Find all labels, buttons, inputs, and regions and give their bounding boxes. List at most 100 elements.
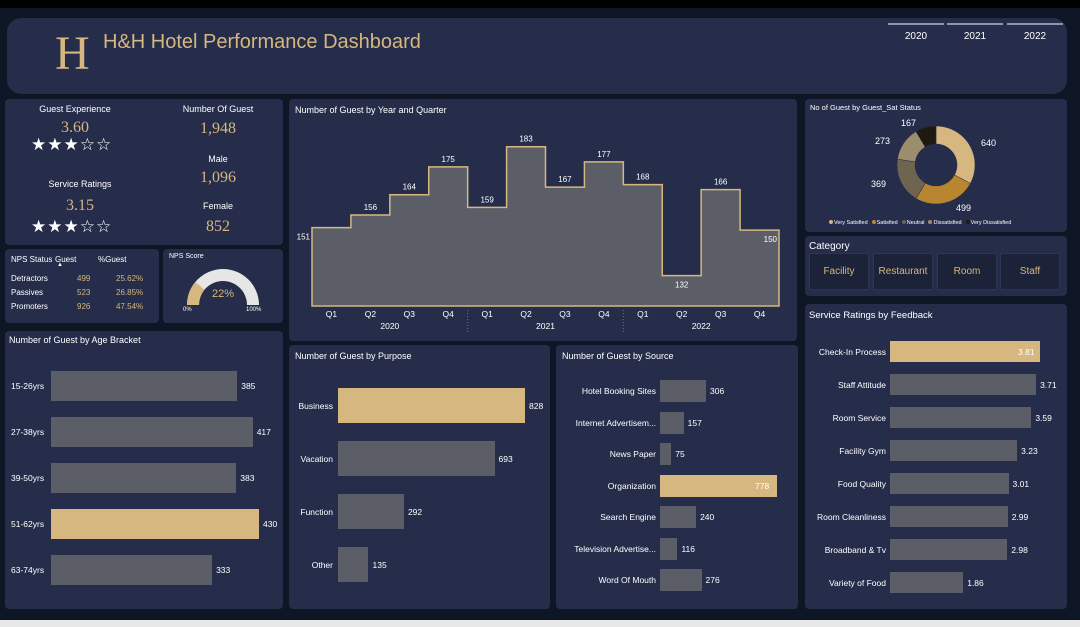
year-axis-label: 2021	[536, 321, 555, 331]
bar[interactable]	[51, 417, 253, 447]
nps-row-guest: 926	[77, 302, 91, 311]
quarter-data-label: 151	[297, 233, 311, 242]
bar[interactable]	[660, 443, 672, 465]
year-button-2020[interactable]: 2020	[888, 23, 944, 45]
sort-up-icon[interactable]: ▲	[57, 262, 63, 268]
quarter-data-label: 175	[442, 155, 456, 164]
nps-row-status: Promoters	[11, 302, 48, 311]
quarter-data-label: 132	[675, 281, 689, 290]
legend-label: Dissatisfied	[933, 220, 962, 226]
nps-status-header[interactable]: NPS Status	[11, 255, 52, 264]
bar[interactable]	[51, 463, 237, 493]
bar[interactable]	[890, 374, 1037, 395]
bar[interactable]	[338, 388, 525, 423]
legend-item[interactable]: Satisfied	[871, 220, 898, 226]
donut-slice[interactable]	[915, 174, 971, 205]
bar-category-label: Room Cleanliness	[817, 511, 886, 522]
bar[interactable]	[338, 494, 404, 529]
quarter-tick-label: Q3	[715, 309, 727, 319]
bar-category-label: Search Engine	[600, 512, 656, 522]
bar-category-label: Room Service	[832, 412, 886, 423]
legend-label: Very Dissatisfied	[970, 220, 1012, 226]
bar-value-label: 2.99	[1011, 511, 1029, 522]
bar[interactable]	[890, 539, 1008, 560]
bar-value-label: 430	[263, 519, 278, 529]
bar[interactable]	[890, 407, 1032, 428]
nps-row-pct: 25.62%	[116, 274, 144, 283]
category-button-facility[interactable]: Facility	[809, 253, 869, 290]
bar[interactable]	[51, 555, 213, 585]
category-button-room[interactable]: Room	[937, 253, 997, 290]
bar-value-label: 240	[700, 512, 715, 522]
bar-category-label: 39-50yrs	[11, 473, 45, 483]
bar-value-label: 417	[256, 427, 271, 437]
page-title: H&H Hotel Performance Dashboard	[103, 31, 421, 53]
donut-label-neutral: 369	[871, 179, 887, 189]
year-button-2022[interactable]: 2022	[1007, 23, 1063, 45]
nps-row-status: Passives	[11, 288, 44, 297]
status-donut-chart[interactable]	[805, 99, 1067, 232]
age-chart-title: Number of Guest by Age Bracket	[9, 335, 141, 345]
nps-row-guest: 523	[77, 288, 91, 297]
legend-item[interactable]: Neutral	[901, 220, 924, 226]
bar[interactable]	[51, 509, 259, 539]
bar[interactable]	[660, 537, 678, 560]
bar-value-label: 1.86	[967, 577, 984, 588]
donut-slice[interactable]	[935, 125, 976, 184]
bar-category-label: Variety of Food	[828, 577, 886, 588]
bar-value-label: 276	[705, 575, 720, 585]
male-value: 1,096	[200, 169, 236, 186]
source-chart-title: Number of Guest by Source	[562, 351, 674, 361]
purpose-chart-panel: Number of Guest by Purpose Business 828 Va…	[289, 345, 550, 609]
category-button-staff[interactable]: Staff	[1000, 253, 1060, 290]
legend-dot-icon	[871, 220, 876, 224]
bar-category-label: Vacation	[300, 453, 333, 464]
gauge-min-label: 0%	[183, 307, 192, 313]
bar[interactable]	[890, 473, 1009, 494]
nps-pct-header[interactable]: %Guest	[98, 255, 126, 264]
bar[interactable]	[660, 411, 684, 434]
nps-score-value: 22%	[211, 288, 235, 300]
legend-item[interactable]: Very Dissatisfied	[965, 220, 1012, 226]
quarter-data-label: 167	[558, 175, 572, 184]
year-axis-label: 2020	[380, 321, 399, 331]
legend-item[interactable]: Dissatisfied	[928, 220, 962, 226]
bar-category-label: Broadband & Tv	[824, 544, 886, 555]
service-ratings-stars: ★★★☆☆	[31, 217, 113, 236]
category-button-restaurant[interactable]: Restaurant	[873, 253, 933, 290]
bar[interactable]	[338, 547, 369, 582]
quarter-area-chart[interactable]: 151 Q1 156 Q2 164 Q3 175 Q4 159 Q1 183 Q2 167 Q3 177 Q4…	[289, 99, 797, 341]
donut-label-very-satisfied: 640	[981, 138, 997, 148]
bar[interactable]	[890, 440, 1018, 461]
bar-category-label: Organization	[607, 480, 656, 491]
legend-item[interactable]: Very Satisfied	[829, 220, 868, 226]
purpose-chart-title: Number of Guest by Purpose	[295, 351, 412, 361]
feedback-chart-title: Service Ratings by Feedback	[809, 310, 933, 321]
bar-category-label: Function	[300, 506, 333, 517]
category-title: Category	[809, 241, 850, 252]
guest-experience-label: Guest Experience	[39, 104, 111, 114]
bar[interactable]	[338, 441, 495, 476]
num-guest-label: Number Of Guest	[182, 104, 254, 114]
quarter-tick-label: Q1	[481, 309, 493, 319]
bar-category-label: Internet Advertisem...	[575, 417, 656, 428]
quarter-data-label: 164	[403, 183, 417, 192]
bar[interactable]	[660, 569, 702, 591]
bar[interactable]	[51, 371, 238, 401]
nps-table-panel: NPS Status Guest ▲ %Guest Detractors 499…	[5, 249, 159, 323]
bottom-band	[0, 620, 1080, 627]
quarter-tick-label: Q2	[365, 309, 377, 319]
legend-dot-icon	[928, 220, 933, 224]
bar-category-label: 63-74yrs	[11, 565, 45, 575]
bar[interactable]	[660, 506, 697, 528]
bar[interactable]	[890, 572, 964, 593]
bar[interactable]	[660, 380, 707, 402]
year-button-2021[interactable]: 2021	[947, 23, 1003, 45]
nps-gauge	[187, 269, 259, 305]
bar-category-label: 51-62yrs	[11, 519, 45, 529]
bar-value-label: 135	[372, 559, 387, 570]
bar[interactable]	[890, 506, 1008, 527]
quarter-tick-label: Q4	[598, 309, 610, 319]
quarter-tick-label: Q1	[637, 309, 649, 319]
bar-category-label: Business	[298, 400, 334, 411]
